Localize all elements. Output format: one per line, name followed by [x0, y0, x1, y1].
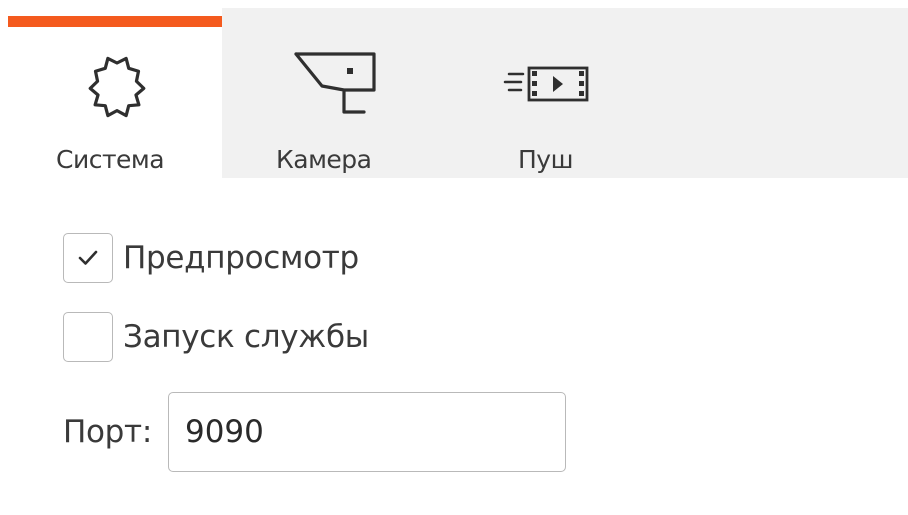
service-checkbox[interactable]	[63, 312, 113, 362]
service-label[interactable]: Запуск службы	[123, 319, 369, 355]
preview-checkbox[interactable]	[63, 233, 113, 283]
gear-icon	[88, 56, 146, 118]
tab-system[interactable]: Система	[8, 8, 222, 178]
port-input[interactable]	[167, 392, 566, 472]
tab-push[interactable]: Пуш	[422, 8, 612, 178]
port-row: Порт:	[63, 392, 566, 472]
tab-camera[interactable]: Камера	[222, 8, 422, 178]
tab-bar: Система Камера Пуш	[8, 8, 908, 178]
preview-option: Предпросмотр	[63, 233, 359, 283]
tab-camera-label: Камера	[276, 145, 372, 174]
tab-push-label: Пуш	[518, 145, 573, 174]
port-label: Порт:	[63, 414, 152, 450]
tab-system-label: Система	[56, 145, 165, 174]
service-option: Запуск службы	[63, 312, 369, 362]
checkmark-icon	[78, 250, 98, 265]
video-push-icon	[503, 66, 589, 102]
preview-label[interactable]: Предпросмотр	[123, 240, 359, 276]
security-camera-icon	[294, 52, 376, 114]
settings-window: Система Камера Пуш Предпросмотр Запуск с…	[0, 0, 908, 515]
